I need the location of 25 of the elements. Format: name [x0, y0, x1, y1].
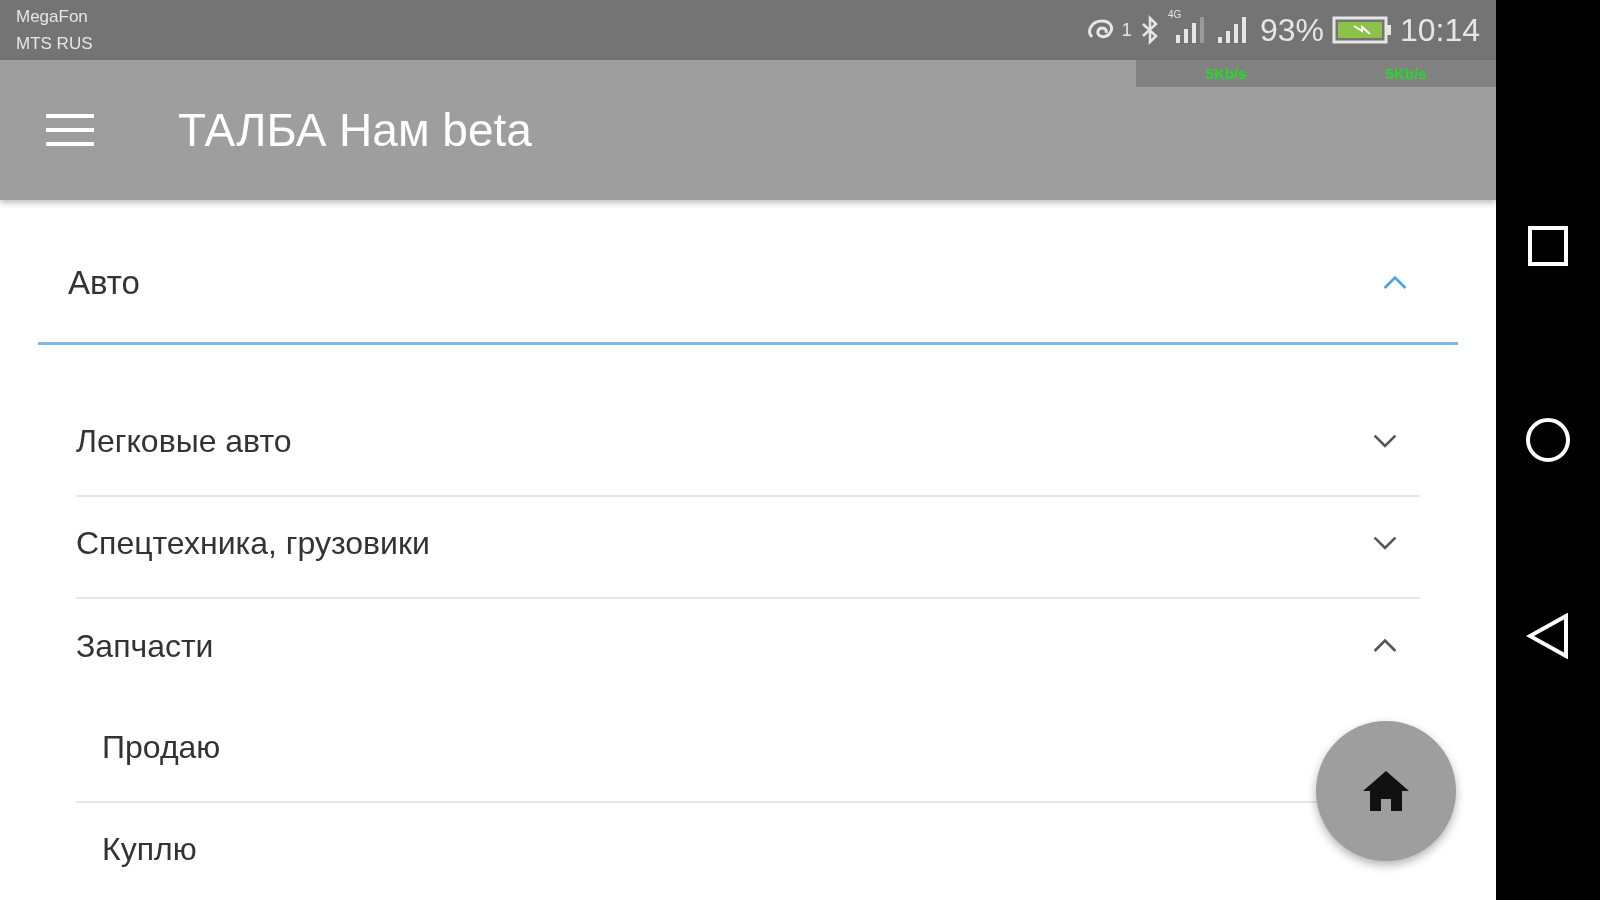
chevron-down-icon: [1372, 433, 1398, 449]
clock-time: 10:14: [1399, 11, 1480, 49]
carrier-name: MTS RUS: [16, 33, 93, 55]
subcategory-item[interactable]: Продаю: [102, 728, 221, 766]
category-header[interactable]: Авто: [38, 200, 1458, 345]
chevron-up-icon: [1372, 638, 1398, 654]
category-item[interactable]: Запчасти: [76, 599, 1420, 701]
back-button[interactable]: [1526, 613, 1570, 659]
home-nav-button[interactable]: [1525, 417, 1571, 463]
category-item[interactable]: Спецтехника, грузовики: [76, 497, 1420, 599]
network-type: 4G: [1167, 9, 1182, 20]
battery-percent: 93%: [1259, 11, 1324, 49]
chevron-down-icon: [1372, 535, 1398, 551]
network-speed: 5Kb/s: [1205, 65, 1247, 82]
carrier-name: MegaFon: [16, 6, 89, 28]
subcategory-item[interactable]: Куплю: [102, 830, 197, 868]
app-title: ТАЛБА Нам beta: [178, 103, 532, 157]
chevron-up-icon: [1382, 275, 1408, 291]
home-button[interactable]: [1316, 721, 1456, 861]
battery-icon: [1331, 15, 1392, 45]
home-icon: [1361, 769, 1411, 813]
recent-apps-button[interactable]: [1527, 225, 1569, 267]
network-speed: 5Kb/s: [1385, 65, 1427, 82]
category-item[interactable]: Легковые авто: [76, 395, 1420, 497]
notification-count: 1: [1121, 19, 1132, 41]
